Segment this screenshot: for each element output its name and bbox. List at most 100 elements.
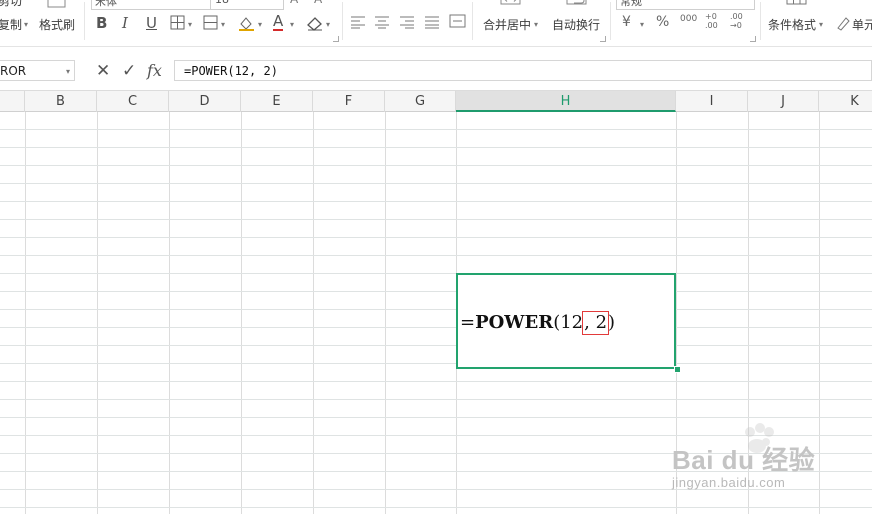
wrap-text-button[interactable]: 自动换行 bbox=[552, 16, 600, 33]
font-color-button[interactable]: A bbox=[273, 13, 284, 31]
formula-input[interactable]: =POWER(12, 2) bbox=[174, 60, 872, 81]
watermark-brand: Bai du 经验 bbox=[672, 445, 816, 475]
alignment-group-launcher[interactable] bbox=[600, 36, 606, 42]
row-gridline bbox=[0, 363, 872, 364]
formula-prefix: = bbox=[460, 312, 476, 333]
row-gridline bbox=[0, 381, 872, 382]
formula-arg-base: 12 bbox=[560, 312, 584, 333]
currency-format-caret[interactable]: ▾ bbox=[640, 20, 644, 29]
borders-dropdown-caret[interactable]: ▾ bbox=[188, 20, 192, 29]
column-header-e[interactable]: E bbox=[241, 91, 313, 112]
number-group-launcher[interactable] bbox=[750, 36, 756, 42]
watermark-url: jingyan.baidu.com bbox=[672, 475, 786, 490]
merge-center-caret[interactable]: ▾ bbox=[534, 20, 538, 29]
currency-format-button[interactable]: ¥ bbox=[622, 14, 631, 30]
number-format-select[interactable]: 常规 bbox=[616, 0, 755, 10]
ribbon-divider bbox=[342, 2, 343, 40]
borders-icon[interactable] bbox=[170, 15, 186, 31]
column-header-d[interactable]: D bbox=[169, 91, 241, 112]
percent-format-button[interactable]: % bbox=[656, 14, 669, 30]
ribbon-toolbar: 剪切 复制 ▾ 格式刷 宋体 18 A⁺ A⁻ B I U ▾ ▾ ▾ A ▾ … bbox=[0, 0, 872, 47]
increase-decimal-button[interactable]: +0 .00 bbox=[705, 12, 723, 30]
row-gridline bbox=[0, 507, 872, 508]
highlighted-exponent-arg: , 2 bbox=[582, 311, 610, 335]
fill-handle[interactable] bbox=[674, 366, 681, 373]
formula-bar: ROR ▾ ✕ ✓ fx =POWER(12, 2) bbox=[0, 58, 872, 84]
bold-button[interactable]: B bbox=[96, 14, 107, 32]
underline-button[interactable]: U bbox=[146, 14, 157, 32]
column-header-a-partial[interactable] bbox=[0, 91, 25, 112]
grow-font-button[interactable]: A⁺ bbox=[290, 0, 305, 6]
row-gridline bbox=[0, 219, 872, 220]
clear-eraser-icon[interactable] bbox=[306, 15, 324, 31]
copy-button-label[interactable]: 复制 bbox=[0, 16, 22, 33]
conditional-format-caret[interactable]: ▾ bbox=[819, 20, 823, 29]
conditional-format-icon[interactable] bbox=[786, 0, 808, 6]
font-size-select[interactable]: 18 bbox=[210, 0, 284, 10]
row-gridline bbox=[0, 273, 872, 274]
clear-caret[interactable]: ▾ bbox=[326, 20, 330, 29]
active-cell-content: =POWER(12, 2) bbox=[460, 311, 616, 335]
column-header-j[interactable]: J bbox=[748, 91, 819, 112]
font-name-value: 宋体 bbox=[95, 0, 117, 8]
row-gridline bbox=[0, 399, 872, 400]
column-header-row: B C D E F G H I J K bbox=[0, 90, 872, 112]
font-group-launcher[interactable] bbox=[333, 36, 339, 42]
row-gridline bbox=[0, 309, 872, 310]
row-gridline bbox=[0, 237, 872, 238]
cut-button-label[interactable]: 剪切 bbox=[0, 0, 22, 9]
fill-color-icon[interactable] bbox=[238, 15, 256, 31]
column-header-b[interactable]: B bbox=[25, 91, 97, 112]
formula-close-paren: ) bbox=[608, 312, 616, 333]
name-box[interactable]: ROR ▾ bbox=[0, 60, 75, 81]
align-left-icon[interactable] bbox=[350, 15, 366, 29]
enter-formula-button[interactable]: ✓ bbox=[122, 61, 136, 81]
row-gridline bbox=[0, 345, 872, 346]
row-gridline bbox=[0, 255, 872, 256]
align-center-icon[interactable] bbox=[374, 15, 390, 29]
font-name-select[interactable]: 宋体 bbox=[91, 0, 211, 10]
column-header-h[interactable]: H bbox=[456, 91, 676, 112]
ribbon-divider bbox=[760, 2, 761, 40]
conditional-format-button[interactable]: 条件格式 bbox=[768, 16, 816, 33]
merge-center-button[interactable]: 合并居中 bbox=[483, 16, 531, 33]
column-header-i[interactable]: I bbox=[676, 91, 748, 112]
merge-center-icon[interactable] bbox=[500, 0, 522, 6]
cell-style-button[interactable]: 单元 bbox=[852, 16, 872, 33]
cell-style-icon[interactable] bbox=[835, 15, 851, 31]
format-painter-icon[interactable] bbox=[47, 0, 67, 10]
name-box-dropdown-icon[interactable]: ▾ bbox=[66, 61, 70, 82]
distributed-align-icon[interactable] bbox=[449, 13, 467, 29]
row-gridline bbox=[0, 201, 872, 202]
font-size-value: 18 bbox=[215, 0, 229, 6]
row-gridline bbox=[0, 147, 872, 148]
row-gridline bbox=[0, 129, 872, 130]
wrap-text-icon[interactable] bbox=[566, 0, 588, 6]
name-box-value: ROR bbox=[0, 64, 27, 78]
thousands-separator-button[interactable]: 000 bbox=[680, 14, 697, 24]
format-painter-button[interactable]: 格式刷 bbox=[39, 16, 75, 33]
shrink-font-button[interactable]: A⁻ bbox=[314, 0, 329, 6]
insert-function-button[interactable]: fx bbox=[147, 61, 162, 81]
row-gridline bbox=[0, 183, 872, 184]
fill-color-caret[interactable]: ▾ bbox=[258, 20, 262, 29]
font-color-caret[interactable]: ▾ bbox=[290, 20, 294, 29]
cancel-formula-button[interactable]: ✕ bbox=[96, 61, 110, 81]
column-header-k[interactable]: K bbox=[819, 91, 872, 112]
justify-icon[interactable] bbox=[424, 15, 440, 29]
ribbon-divider bbox=[472, 2, 473, 40]
italic-button[interactable]: I bbox=[122, 14, 128, 32]
copy-dropdown-caret[interactable]: ▾ bbox=[24, 20, 28, 29]
align-right-icon[interactable] bbox=[399, 15, 415, 29]
ribbon-divider bbox=[84, 2, 85, 40]
cell-fill-style-icon[interactable] bbox=[203, 15, 219, 31]
function-name: POWER bbox=[475, 312, 554, 333]
ribbon-divider bbox=[610, 2, 611, 40]
column-header-c[interactable]: C bbox=[97, 91, 169, 112]
row-gridline bbox=[0, 417, 872, 418]
row-gridline bbox=[0, 327, 872, 328]
decrease-decimal-button[interactable]: .00 →0 bbox=[730, 12, 750, 30]
column-header-g[interactable]: G bbox=[385, 91, 456, 112]
cell-fill-style-caret[interactable]: ▾ bbox=[221, 20, 225, 29]
column-header-f[interactable]: F bbox=[313, 91, 385, 112]
